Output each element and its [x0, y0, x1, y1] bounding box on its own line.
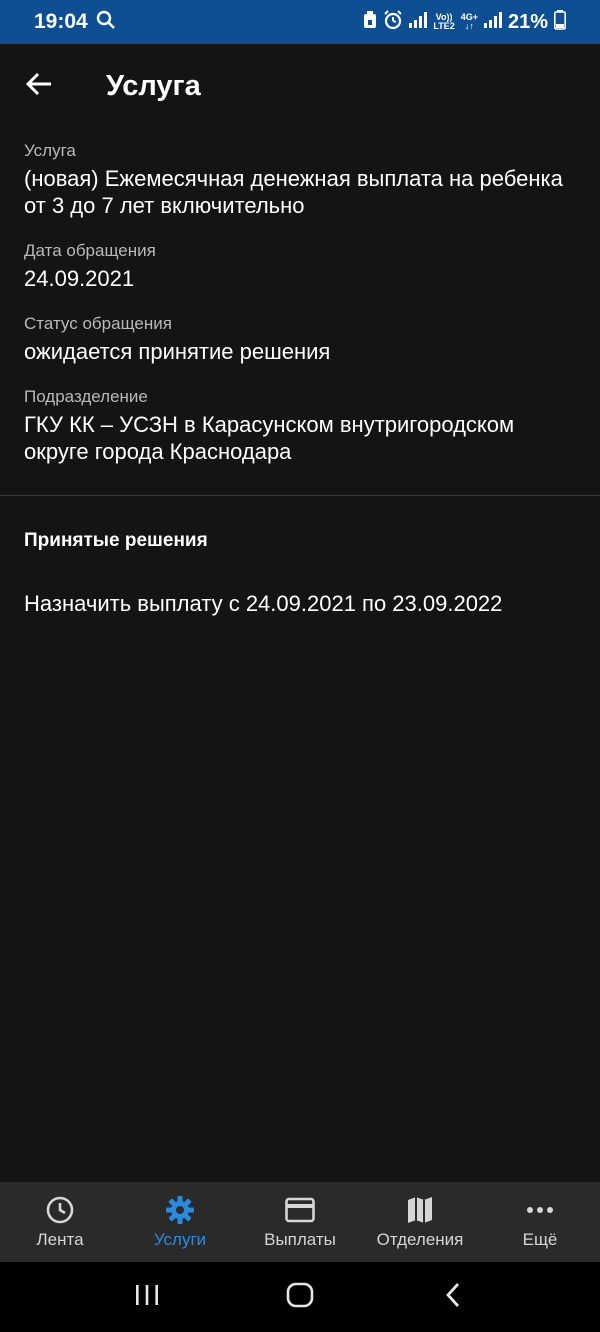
- bottom-nav: Лента Услуги Выплаты Отделения Ещё: [0, 1182, 600, 1262]
- field-service: Услуга (новая) Ежемесячная денежная выпл…: [24, 141, 576, 219]
- decision-item: Назначить выплату с 24.09.2021 по 23.09.…: [24, 591, 503, 616]
- status-value: ожидается принятие решения: [24, 339, 331, 364]
- system-back-button[interactable]: [423, 1272, 483, 1322]
- battery-percent: 21%: [507, 10, 548, 33]
- field-date: Дата обращения 24.09.2021: [24, 241, 576, 292]
- alarm-icon: [383, 9, 403, 35]
- clock-icon: [44, 1194, 76, 1226]
- home-icon: [286, 1282, 314, 1313]
- card-icon: [284, 1194, 316, 1226]
- net-indicator: 4G+ ↓↑: [461, 13, 478, 31]
- volte-indicator: Vo)) LTE2: [433, 13, 454, 31]
- field-unit: Подразделение ГКУ КК – УСЗН в Карасунско…: [24, 387, 576, 465]
- more-icon: [524, 1194, 556, 1226]
- nav-item-feed[interactable]: Лента: [0, 1182, 120, 1262]
- map-icon: [404, 1194, 436, 1226]
- service-label: Услуга: [24, 141, 76, 160]
- recent-apps-icon: [133, 1283, 161, 1312]
- decisions-title: Принятые решения: [24, 530, 208, 551]
- status-label: Статус обращения: [24, 314, 172, 333]
- lock-battery-icon: [363, 10, 377, 34]
- search-icon: [96, 10, 116, 35]
- battery-icon: [554, 9, 566, 35]
- date-label: Дата обращения: [24, 241, 156, 260]
- nav-item-more[interactable]: Ещё: [480, 1182, 600, 1262]
- unit-label: Подразделение: [24, 387, 148, 406]
- arrow-left-icon: [25, 72, 53, 101]
- divider: [0, 495, 600, 496]
- page-title: Услуга: [106, 69, 201, 102]
- status-time: 19:04: [34, 10, 88, 33]
- nav-label-branches: Отделения: [376, 1230, 464, 1249]
- status-right: Vo)) LTE2 4G+ ↓↑ 21%: [363, 9, 566, 35]
- chevron-left-icon: [444, 1282, 462, 1313]
- signal-icon: [409, 11, 428, 33]
- nav-label-payments: Выплаты: [264, 1230, 336, 1249]
- app-bar: Услуга: [0, 44, 600, 128]
- service-value: (новая) Ежемесячная денежная выплата на …: [24, 166, 563, 218]
- back-button[interactable]: [0, 44, 78, 128]
- signal-icon-2: [483, 11, 502, 33]
- system-nav-bar: [0, 1262, 600, 1332]
- lte-text: LTE2: [433, 21, 455, 31]
- status-bar: 19:04 Vo)) LTE2 4G+ ↓↑ 21%: [0, 0, 600, 44]
- nav-label-services: Услуги: [153, 1230, 207, 1249]
- recent-apps-button[interactable]: [117, 1272, 177, 1322]
- nav-item-branches[interactable]: Отделения: [360, 1182, 480, 1262]
- service-details: Услуга (новая) Ежемесячная денежная выпл…: [24, 128, 576, 487]
- nav-item-services[interactable]: Услуги: [120, 1182, 240, 1262]
- field-status: Статус обращения ожидается принятие реше…: [24, 314, 576, 365]
- nav-label-feed: Лента: [36, 1230, 84, 1249]
- data-arrows-icon: ↓↑: [464, 21, 474, 31]
- nav-label-more: Ещё: [522, 1230, 558, 1249]
- status-left: 19:04: [34, 10, 116, 35]
- date-value: 24.09.2021: [24, 266, 135, 291]
- home-button[interactable]: [270, 1272, 330, 1322]
- nav-item-payments[interactable]: Выплаты: [240, 1182, 360, 1262]
- unit-value: ГКУ КК – УСЗН в Карасунском внутригородс…: [24, 412, 515, 464]
- gear-icon: [164, 1194, 196, 1226]
